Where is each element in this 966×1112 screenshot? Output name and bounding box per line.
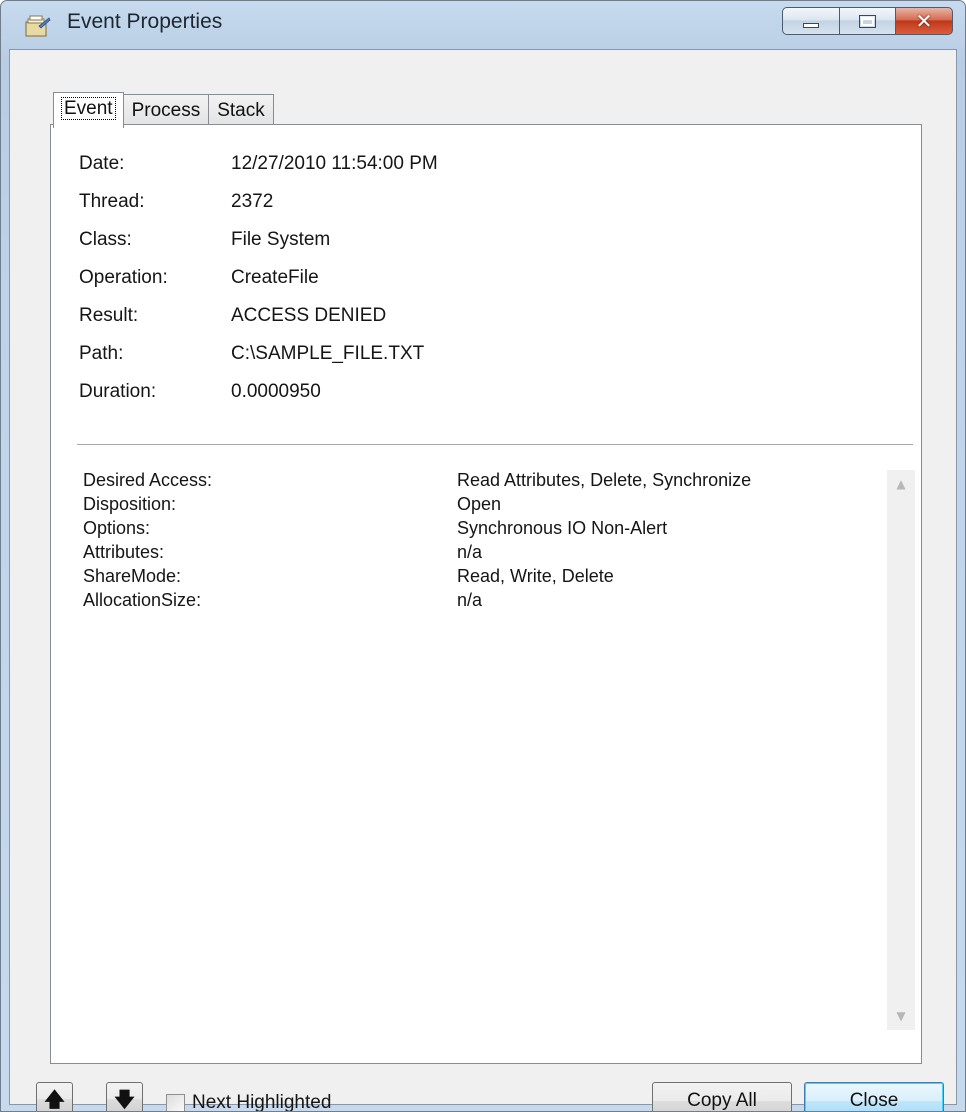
detail-value: Open (457, 494, 502, 514)
copy-all-button[interactable]: Copy All (652, 1082, 792, 1111)
detail-label: Desired Access: (83, 470, 213, 490)
detail-value: Read, Write, Delete (457, 566, 614, 586)
arrow-down-icon: 🡇 (114, 1087, 135, 1111)
detail-label: Attributes: (83, 542, 165, 562)
close-window-button[interactable]: ✕ (896, 7, 953, 35)
close-icon: ✕ (915, 9, 933, 33)
tab-process-label: Process (131, 100, 201, 121)
previous-event-button[interactable]: 🡅 (36, 1082, 73, 1111)
minimize-button[interactable] (782, 7, 840, 35)
property-label: Duration: (79, 381, 157, 402)
maximize-button[interactable] (840, 7, 896, 35)
property-value: File System (231, 229, 331, 250)
property-value: 2372 (231, 191, 274, 212)
next-event-button[interactable]: 🡇 (106, 1082, 143, 1111)
title-bar[interactable]: Event Properties ✕ (1, 1, 965, 49)
property-value: ACCESS DENIED (231, 305, 387, 326)
property-value: 0.0000950 (231, 381, 321, 402)
dialog-client-area: Event Process Stack Date: 12/27/2010 11:… (9, 49, 958, 1111)
tab-event-label: Event (61, 97, 116, 120)
window-title: Event Properties (67, 10, 223, 33)
detail-label: ShareMode: (83, 566, 182, 586)
section-divider (77, 444, 913, 445)
property-label: Date: (79, 153, 125, 174)
tab-stack[interactable]: Stack (208, 94, 274, 126)
next-highlighted-checkbox[interactable] (166, 1094, 185, 1111)
detail-value: n/a (457, 590, 483, 610)
event-details-list[interactable]: Desired Access: Read Attributes, Delete,… (77, 470, 915, 1030)
property-label: Path: (79, 343, 124, 364)
detail-value: Read Attributes, Delete, Synchronize (457, 470, 752, 490)
property-label: Thread: (79, 191, 145, 212)
maximize-icon (859, 15, 876, 28)
property-label: Operation: (79, 267, 168, 288)
event-properties-window: Event Properties ✕ Event Process Stack D… (0, 0, 966, 1112)
caption-buttons: ✕ (782, 7, 953, 37)
event-tab-panel: Date: 12/27/2010 11:54:00 PM Thread: 237… (50, 124, 922, 1064)
tab-stack-label: Stack (217, 100, 265, 121)
detail-label: Disposition: (83, 494, 177, 514)
scroll-down-arrow[interactable]: ▼ (887, 1002, 915, 1030)
detail-label: AllocationSize: (83, 590, 202, 610)
resize-grip[interactable] (942, 1090, 956, 1104)
next-highlighted-label[interactable]: Next Highlighted (192, 1092, 331, 1111)
scroll-up-arrow[interactable]: ▲ (887, 470, 915, 498)
property-value: C:\SAMPLE_FILE.TXT (231, 343, 425, 364)
minimize-icon (803, 23, 819, 28)
property-value: CreateFile (231, 267, 319, 288)
detail-value: n/a (457, 542, 483, 562)
details-scrollbar[interactable]: ▲ ▼ (887, 470, 915, 1030)
tab-strip: Event Process Stack (53, 92, 274, 128)
tab-event[interactable]: Event (53, 92, 124, 128)
property-value: 12/27/2010 11:54:00 PM (231, 153, 438, 174)
property-label: Result: (79, 305, 139, 326)
arrow-up-icon: 🡅 (44, 1087, 65, 1111)
dialog-footer: 🡅 🡇 Next Highlighted Copy All Close (10, 1064, 958, 1111)
property-label: Class: (79, 229, 132, 250)
detail-label: Options: (83, 518, 151, 538)
tab-process[interactable]: Process (122, 94, 210, 126)
close-button[interactable]: Close (804, 1082, 944, 1111)
detail-value: Synchronous IO Non-Alert (457, 518, 668, 538)
event-properties-icon (25, 15, 51, 37)
